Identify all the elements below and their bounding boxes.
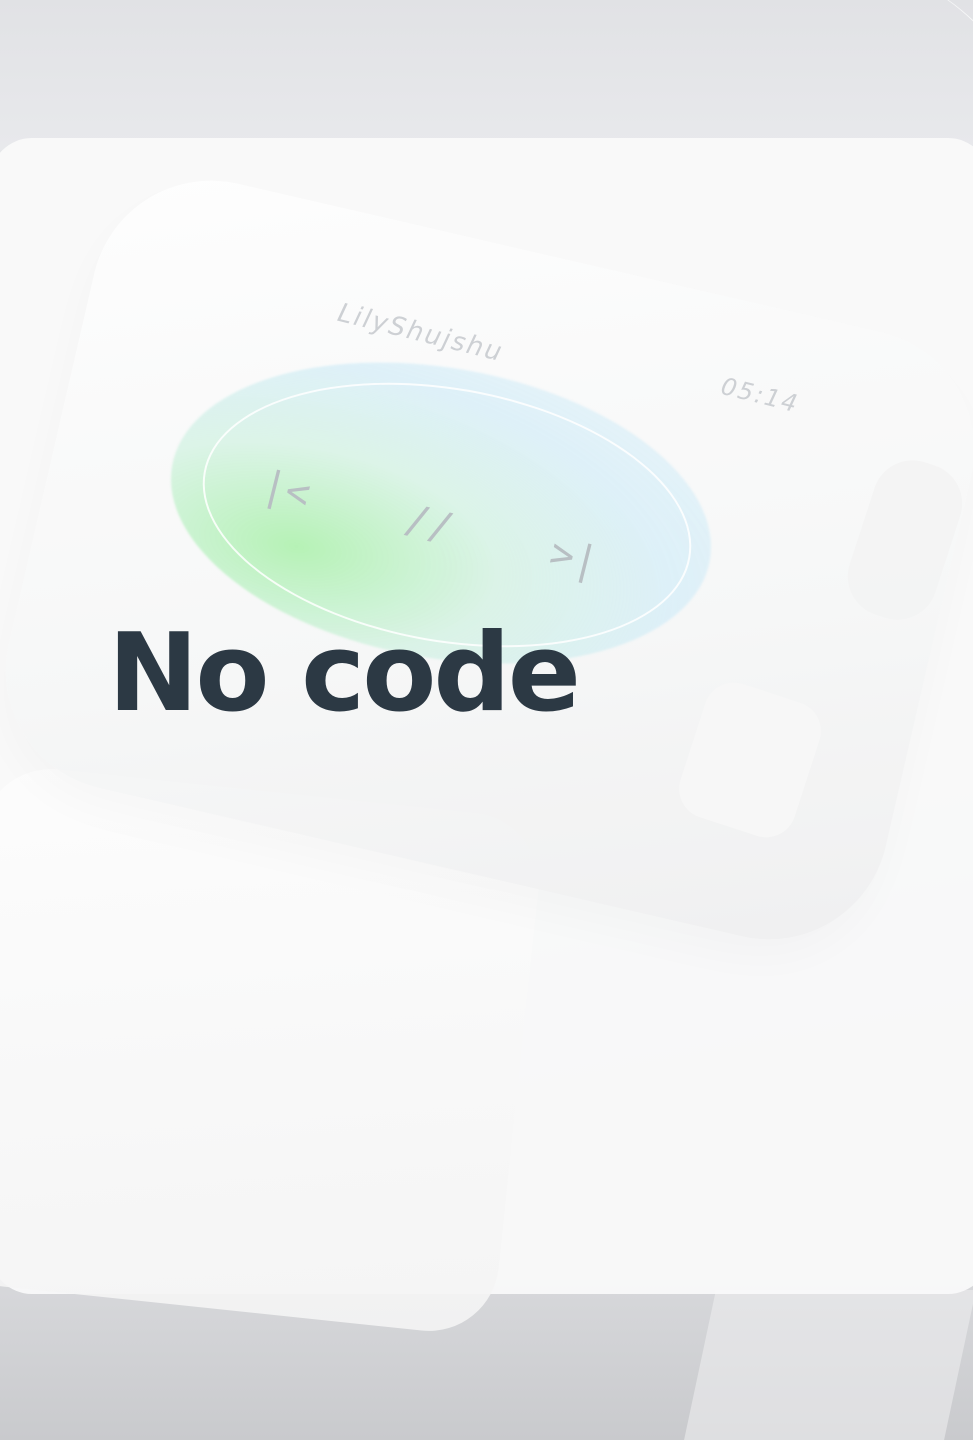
screen: LilyShujshu 05:14 |< // >| No code [0,0,973,1440]
headline: No code [108,611,581,736]
background-band [684,1290,973,1440]
